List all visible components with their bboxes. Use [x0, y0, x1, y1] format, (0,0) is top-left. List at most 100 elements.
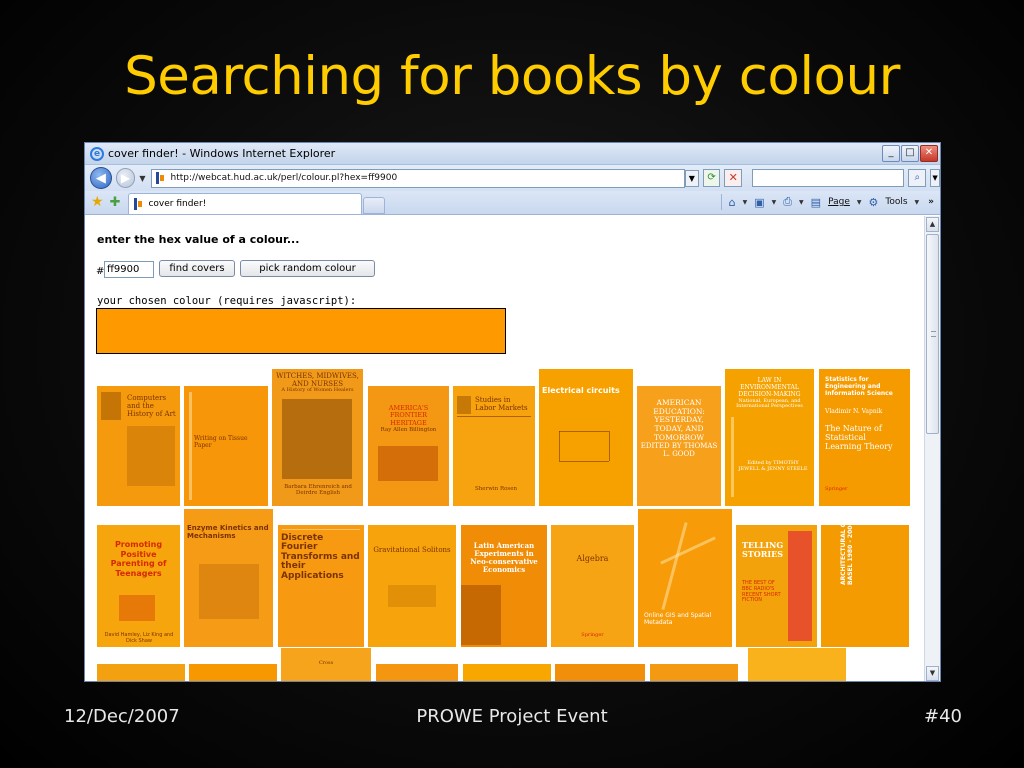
page-menu-dropdown[interactable]: ▼ [857, 199, 862, 206]
home-dropdown[interactable]: ▼ [743, 199, 748, 206]
cover-title: TELLING STORIES [742, 540, 784, 560]
cover-title: ARCHITECTURAL GUIDE BASEL 1980 - 2000 [840, 525, 854, 585]
cover-circuit [559, 431, 560, 461]
book-cover[interactable]: TELLING STORIES THE BEST OF BBC RADIO'S … [736, 525, 817, 647]
book-cover[interactable]: Electrical circuits [539, 369, 633, 506]
forward-button[interactable]: ▶ [115, 168, 136, 188]
book-cover[interactable]: Algebra Springer [551, 525, 634, 647]
book-cover[interactable] [650, 664, 738, 681]
book-cover[interactable]: Online GIS and Spatial Metadata [638, 509, 732, 647]
book-cover[interactable] [748, 648, 846, 681]
book-cover[interactable]: Studies in Labor Markets Sherwin Rosen [453, 386, 535, 506]
book-cover[interactable] [189, 664, 277, 681]
footer-event: PROWE Project Event [416, 706, 608, 727]
cover-author: Sherwin Rosen [475, 486, 518, 492]
cover-title: Gravitational Solitons [373, 546, 451, 554]
maximize-button[interactable]: □ [901, 145, 919, 162]
cover-title: AMERICAN EDUCATION: YESTERDAY, TODAY, AN… [653, 398, 705, 442]
cover-title: Promoting Positive Parenting of Teenager… [110, 540, 167, 578]
book-cover[interactable] [555, 664, 645, 681]
cover-author: Ray Allen Billington [380, 427, 437, 434]
cover-subtitle: THE BEST OF BBC RADIO'S RECENT SHORT FIC… [742, 580, 781, 604]
new-tab-button[interactable] [363, 197, 386, 214]
favorites-star-icon[interactable]: ★ [91, 194, 104, 210]
search-input[interactable] [752, 169, 905, 187]
feeds-dropdown[interactable]: ▼ [772, 199, 777, 206]
home-icon[interactable]: ⌂ [729, 196, 736, 209]
cover-title: AMERICA'S FRONTIER HERITAGE [388, 404, 429, 427]
cover-illustration [378, 446, 438, 481]
scroll-thumb[interactable] [926, 234, 939, 434]
scroll-up-button[interactable]: ▲ [926, 217, 939, 232]
print-dropdown[interactable]: ▼ [799, 199, 804, 206]
book-cover[interactable]: Latin American Experiments in Neo-conser… [461, 525, 547, 647]
cover-circuit [559, 431, 609, 432]
page-content: enter the hex value of a colour... # fin… [85, 216, 924, 681]
command-bar: ⌂ ▼ ▣ ▼ ⎙ ▼ ▤ Page ▼ ⚙ Tools ▼ » [720, 194, 934, 210]
page-menu[interactable]: Page [828, 197, 850, 207]
find-covers-button[interactable]: find covers [159, 260, 235, 277]
book-cover[interactable] [376, 664, 458, 681]
address-dropdown-button[interactable]: ▼ [684, 169, 699, 187]
hex-prompt: enter the hex value of a colour... [97, 233, 300, 246]
hex-input[interactable] [104, 261, 154, 278]
cover-title: Cross [318, 660, 334, 666]
search-options-dropdown[interactable]: ▼ [930, 169, 940, 187]
cover-title: Computers and the History of Art [127, 394, 176, 419]
cover-subtitle: National, European, and International Pe… [736, 397, 803, 410]
cover-title: LAW IN ENVIRONMENTAL DECISION-MAKING [738, 377, 801, 398]
add-favorites-icon[interactable]: ✚ [110, 195, 121, 210]
tab-label: cover finder! [148, 199, 207, 209]
stop-icon[interactable]: ✕ [724, 169, 743, 187]
book-cover[interactable]: WITCHES, MIDWIVES, AND NURSES A History … [272, 369, 363, 506]
cover-subtitle: A History of Women Healers [281, 387, 354, 394]
cover-illustration [282, 399, 352, 479]
recent-pages-dropdown[interactable]: ▼ [139, 174, 145, 183]
book-cover[interactable]: Promoting Positive Parenting of Teenager… [97, 525, 180, 647]
address-toolbar: ◀ ▶ ▼ http://webcat.hud.ac.uk/perl/colou… [85, 165, 940, 191]
book-cover[interactable]: Enzyme Kinetics and Mechanisms [184, 509, 273, 647]
back-button[interactable]: ◀ [90, 167, 112, 189]
ie-logo-icon: e [90, 146, 104, 161]
cover-house-icon [119, 595, 155, 621]
pick-random-colour-button[interactable]: pick random colour [240, 260, 375, 277]
search-icon[interactable]: ⌕ [908, 169, 927, 187]
cover-subtitle: The Nature of Statistical Learning Theor… [825, 424, 893, 452]
minimize-button[interactable]: _ [882, 145, 900, 162]
tab-cover-finder[interactable]: cover finder! [128, 193, 363, 214]
vertical-scrollbar[interactable]: ▲ ▼ [924, 216, 940, 681]
tab-page-icon [133, 198, 143, 210]
cover-circuit [609, 431, 610, 461]
refresh-icon[interactable]: ⟳ [702, 169, 721, 187]
slide-title: Searching for books by colour [124, 46, 900, 107]
book-cover[interactable]: ARCHITECTURAL GUIDE BASEL 1980 - 2000 [821, 525, 909, 647]
cover-stripe [189, 392, 192, 500]
cover-stripe [731, 417, 734, 497]
book-cover[interactable]: AMERICAN EDUCATION: YESTERDAY, TODAY, AN… [637, 386, 721, 506]
book-cover[interactable]: Computers and the History of Art [97, 386, 180, 506]
book-cover[interactable]: Cross [281, 648, 371, 681]
book-cover[interactable]: Gravitational Solitons [368, 525, 456, 647]
chosen-colour-swatch [96, 308, 506, 354]
scroll-down-button[interactable]: ▼ [926, 666, 939, 681]
book-cover[interactable] [97, 664, 185, 681]
tools-menu-dropdown[interactable]: ▼ [915, 199, 920, 206]
cover-editors: Edited by TIMOTHY JEWELL & JENNY STEELE [738, 460, 808, 472]
book-cover[interactable]: AMERICA'S FRONTIER HERITAGE Ray Allen Bi… [368, 386, 449, 506]
window-titlebar: e cover finder! - Windows Internet Explo… [85, 143, 940, 165]
address-bar[interactable]: http://webcat.hud.ac.uk/perl/colour.pl?h… [151, 168, 685, 188]
chevron-overflow-icon[interactable]: » [928, 197, 934, 207]
tab-bar: ★ ✚ cover finder! ⌂ ▼ ▣ ▼ ⎙ ▼ ▤ Page ▼ ⚙ Too… [85, 191, 940, 215]
close-button[interactable]: ✕ [920, 145, 938, 162]
book-cover[interactable]: Statistics for Engineering and Informati… [819, 369, 910, 506]
book-cover[interactable] [463, 664, 551, 681]
footer-slide-number: #40 [924, 706, 962, 727]
book-cover[interactable]: LAW IN ENVIRONMENTAL DECISION-MAKING Nat… [725, 369, 814, 506]
print-icon[interactable]: ⎙ [783, 195, 792, 209]
feeds-icon[interactable]: ▣ [754, 196, 764, 209]
book-cover[interactable]: Writing on Tissue Paper [184, 386, 268, 506]
book-cover[interactable]: Discrete Fourier Transforms and their Ap… [278, 525, 364, 647]
tools-menu[interactable]: Tools [885, 197, 907, 207]
cover-authors: Barbara Ehrenreich and Deirdre English [284, 484, 352, 497]
cover-circuit [559, 461, 609, 462]
